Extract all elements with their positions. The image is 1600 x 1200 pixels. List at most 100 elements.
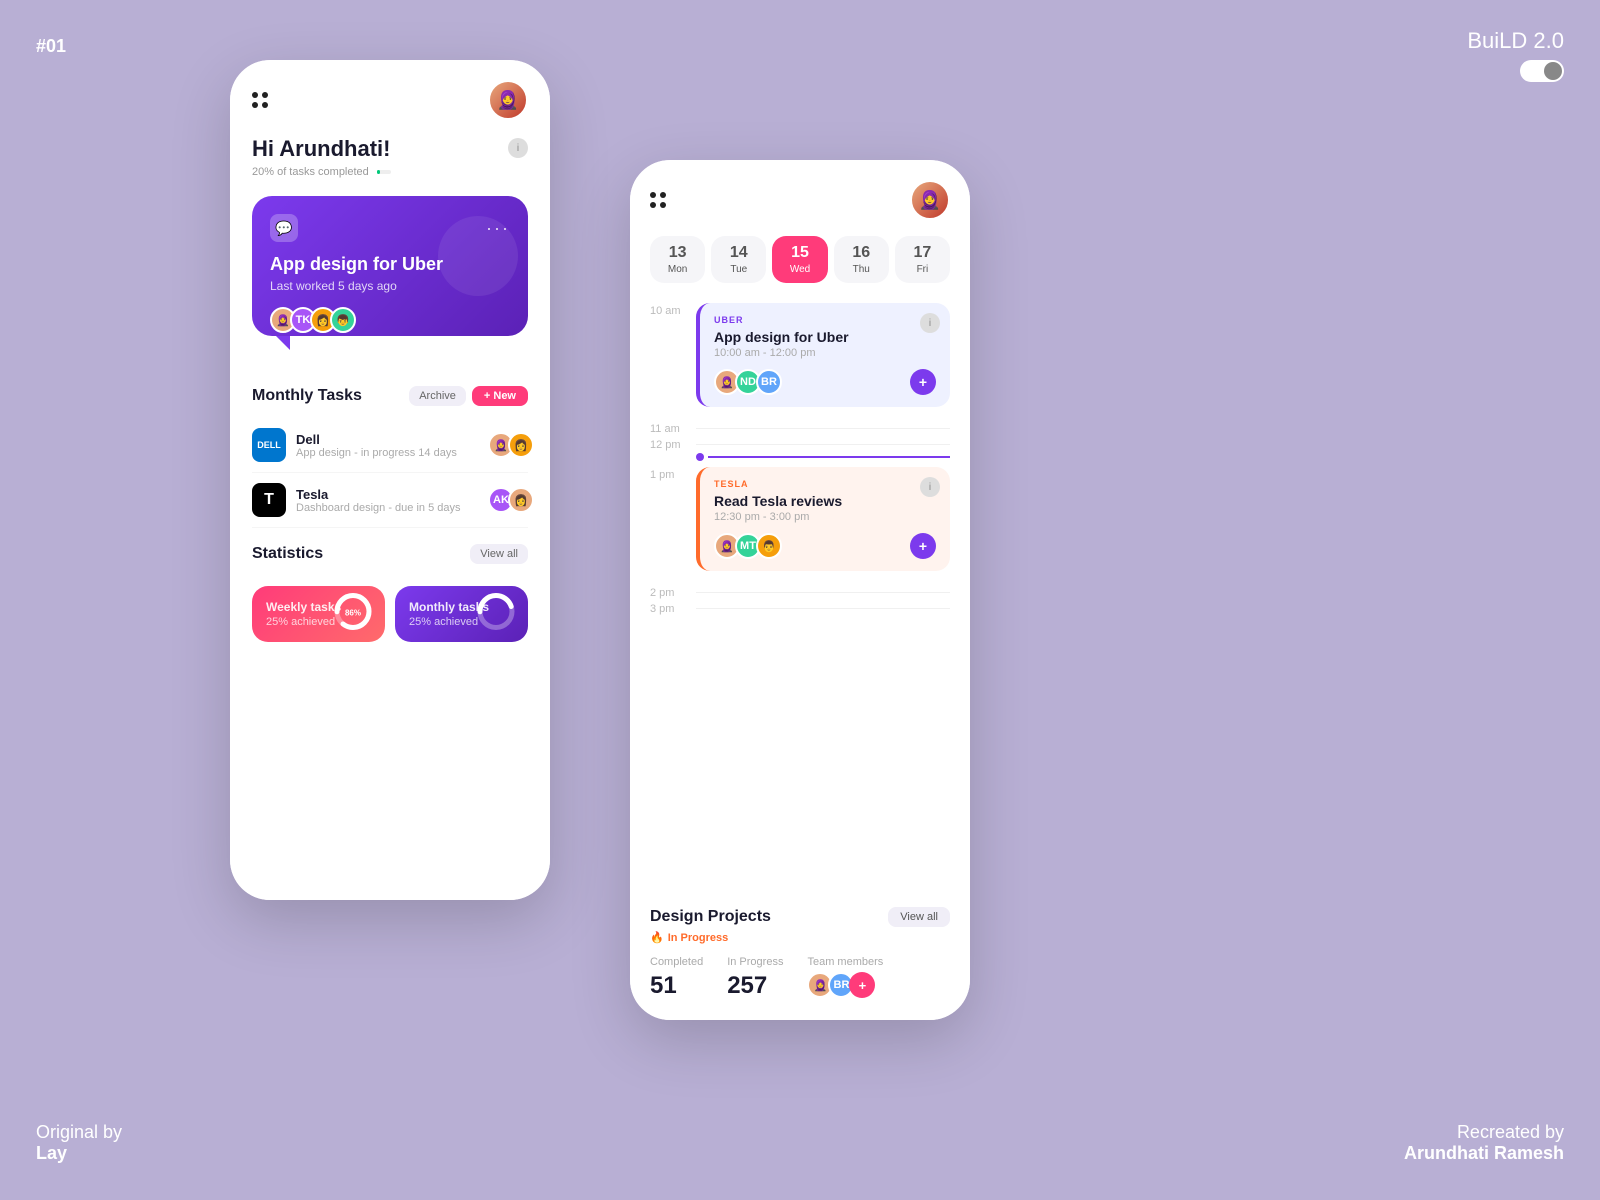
progress-bar-outer: [377, 170, 391, 174]
cal-day-wed[interactable]: 15 Wed: [772, 236, 827, 283]
active-project-card[interactable]: 💬 ··· App design for Uber Last worked 5 …: [252, 196, 528, 336]
credit-recreated: Recreated by Arundhati Ramesh: [1404, 1122, 1564, 1164]
dell-avatars: 🧕 👩: [488, 432, 528, 458]
tesla-info-btn[interactable]: i: [920, 477, 940, 497]
phone1-header: 🧕: [252, 80, 528, 120]
schedule-area: 10 am i UBER App design for Uber 10:00 a…: [650, 303, 950, 891]
dp-completed-label: Completed: [650, 956, 703, 968]
tesla-event-card[interactable]: i TESLA Read Tesla reviews 12:30 pm - 3:…: [696, 467, 950, 571]
statistics-title: Statistics: [252, 545, 323, 563]
user-avatar[interactable]: 🧕: [488, 80, 528, 120]
current-time-indicator: [696, 453, 950, 461]
tesla-avatars: AK 👩: [488, 487, 528, 513]
theme-toggle[interactable]: [1520, 60, 1564, 82]
phone-right: 🧕 13 Mon 14 Tue 15 Wed 16 Thu 17 Fri: [630, 160, 970, 1020]
time-1pm: 1 pm: [650, 467, 688, 481]
dot: [660, 192, 666, 198]
uber-avatars: 🧕 ND BR: [714, 369, 777, 395]
time-11am: 11 am: [650, 421, 688, 435]
dp-team: Team members 🧕 BR +: [807, 956, 883, 1000]
tesla-info: Tesla Dashboard design - due in 5 days: [296, 487, 478, 514]
progress-row: 20% of tasks completed: [252, 166, 391, 178]
tesla-avatar-3: 👨: [756, 533, 782, 559]
dot: [660, 202, 666, 208]
time-dot: [696, 453, 704, 461]
dot: [262, 92, 268, 98]
menu-icon[interactable]: [252, 92, 268, 108]
uber-avatar-3: BR: [756, 369, 782, 395]
view-all-projects-button[interactable]: View all: [888, 907, 950, 927]
dp-title: Design Projects: [650, 908, 771, 926]
uber-add-btn[interactable]: +: [910, 369, 936, 395]
dot: [650, 202, 656, 208]
view-all-stats-button[interactable]: View all: [470, 544, 528, 564]
monthly-stat-card: Monthly tasks 25% achieved: [395, 586, 528, 642]
statistics-header: Statistics View all: [252, 544, 528, 564]
dp-header-row: Design Projects View all: [650, 907, 950, 927]
brand-label: BuiLD 2.0: [1467, 28, 1564, 82]
dp-completed-num: 51: [650, 972, 703, 1000]
calendar-strip: 13 Mon 14 Tue 15 Wed 16 Thu 17 Fri: [650, 236, 950, 283]
uber-event-time: 10:00 am - 12:00 pm: [714, 347, 936, 359]
weekly-donut: 86%: [331, 590, 375, 639]
time-10am: 10 am: [650, 303, 688, 317]
avatar-tesla-2: 👩: [508, 487, 534, 513]
dot: [252, 102, 258, 108]
phone2-header: 🧕: [650, 180, 950, 220]
dell-logo: DELL: [252, 428, 286, 462]
dp-completed: Completed 51: [650, 956, 703, 1000]
tesla-event-title: Read Tesla reviews: [714, 493, 936, 509]
time-2pm: 2 pm: [650, 585, 688, 599]
card-bubble-tail: [276, 336, 290, 350]
uber-info-btn[interactable]: i: [920, 313, 940, 333]
dp-stats: Completed 51 In Progress 257 Team member…: [650, 956, 950, 1000]
dot: [252, 92, 258, 98]
cal-day-mon[interactable]: 13 Mon: [650, 236, 705, 283]
team-avatars: 🧕 BR +: [807, 972, 883, 998]
uber-event-title: App design for Uber: [714, 329, 936, 345]
task-item-dell[interactable]: DELL Dell App design - in progress 14 da…: [252, 418, 528, 473]
time-3pm: 3 pm: [650, 601, 688, 615]
weekly-stat-card: Weekly tasks 25% achieved 86%: [252, 586, 385, 642]
dp-inprogress-label: In Progress: [727, 956, 783, 968]
monthly-tasks-header: Monthly Tasks Archive + New: [252, 386, 528, 406]
team-more[interactable]: +: [849, 972, 875, 998]
dp-badge: 🔥 In Progress: [650, 931, 950, 944]
avatar-4: 👦: [330, 307, 356, 333]
tesla-event-time: 12:30 pm - 3:00 pm: [714, 511, 936, 523]
dot: [262, 102, 268, 108]
tesla-logo: T: [252, 483, 286, 517]
stats-cards: Weekly tasks 25% achieved 86% Monthly ta…: [252, 586, 528, 642]
dp-inprogress-num: 257: [727, 972, 783, 1000]
cal-day-thu[interactable]: 16 Thu: [834, 236, 889, 283]
tesla-avatars: 🧕 MT 👨: [714, 533, 777, 559]
task-item-tesla[interactable]: T Tesla Dashboard design - due in 5 days…: [252, 473, 528, 528]
cal-day-tue[interactable]: 14 Tue: [711, 236, 766, 283]
fire-icon: 🔥: [650, 931, 664, 944]
dot: [650, 192, 656, 198]
dell-info: Dell App design - in progress 14 days: [296, 432, 478, 459]
archive-button[interactable]: Archive: [409, 386, 466, 406]
svg-text:86%: 86%: [345, 609, 361, 618]
label-number: #01: [36, 36, 66, 57]
new-task-button[interactable]: + New: [472, 386, 528, 406]
avatar-dell-2: 👩: [508, 432, 534, 458]
phone-left: 🧕 Hi Arundhati! 20% of tasks completed i…: [230, 60, 550, 900]
info-icon[interactable]: i: [508, 138, 528, 158]
toggle-knob: [1544, 62, 1562, 80]
tesla-footer: 🧕 MT 👨 +: [714, 533, 936, 559]
tesla-add-btn[interactable]: +: [910, 533, 936, 559]
greeting-text: Hi Arundhati!: [252, 136, 391, 162]
p2-menu-icon[interactable]: [650, 192, 666, 208]
cal-day-fri[interactable]: 17 Fri: [895, 236, 950, 283]
monthly-donut: [474, 590, 518, 639]
dp-in-progress: In Progress 257: [727, 956, 783, 1000]
uber-tag: UBER: [714, 315, 936, 325]
uber-footer: 🧕 ND BR +: [714, 369, 936, 395]
p2-user-avatar[interactable]: 🧕: [910, 180, 950, 220]
time-line: [708, 456, 950, 458]
tesla-tag: TESLA: [714, 479, 936, 489]
uber-event-card[interactable]: i UBER App design for Uber 10:00 am - 12…: [696, 303, 950, 407]
card-subtitle: Last worked 5 days ago: [270, 279, 510, 293]
dp-team-label: Team members: [807, 956, 883, 968]
